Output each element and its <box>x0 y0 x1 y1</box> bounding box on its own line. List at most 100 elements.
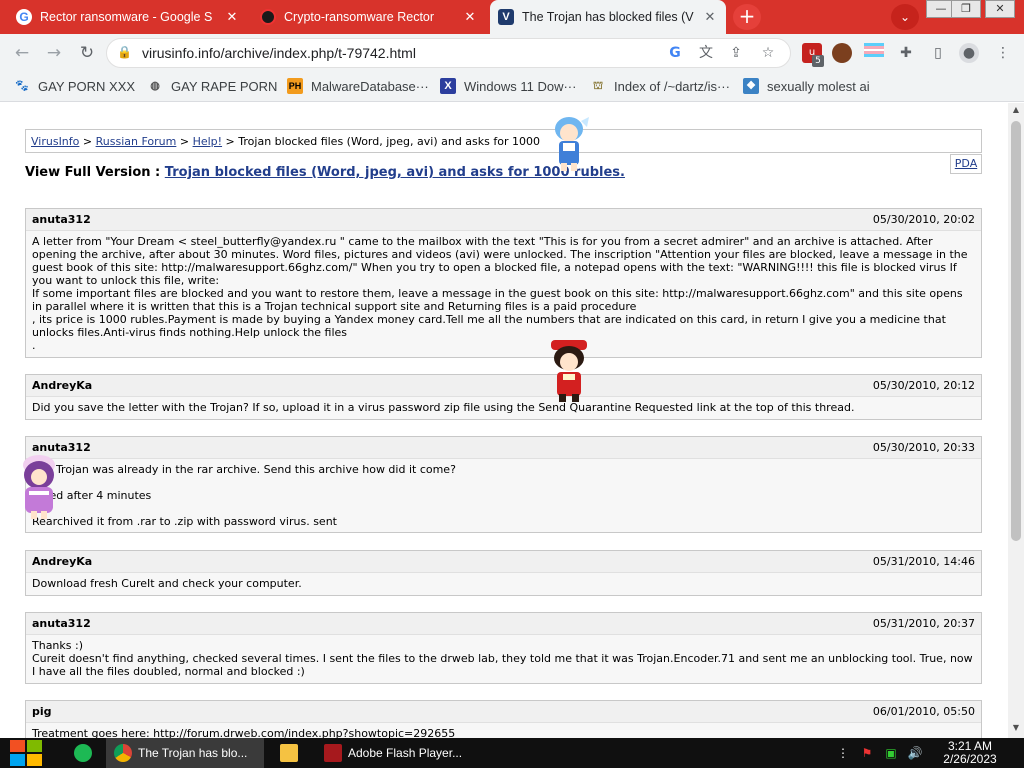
tab-google-search[interactable]: G Rector ransomware - Google S ✕ <box>8 0 248 34</box>
forum-post: pig 06/01/2010, 05:50 Treatment goes her… <box>25 700 982 738</box>
taskbar-item-label: The Trojan has blo... <box>138 746 248 760</box>
post-header: anuta312 05/31/2010, 20:37 <box>26 613 981 635</box>
post-date: 05/30/2010, 20:33 <box>872 441 975 454</box>
taskbar-item-label: Adobe Flash Player... <box>348 746 463 760</box>
scroll-up-arrow-icon[interactable]: ▲ <box>1008 105 1024 119</box>
tray-volume-icon[interactable]: 🔊 <box>906 744 924 762</box>
breadcrumb-link-help[interactable]: Help! <box>193 135 223 148</box>
breadcrumb-separator: > <box>79 135 96 148</box>
close-window-button[interactable]: ✕ <box>985 0 1015 18</box>
post-header: AndreyKa 05/30/2010, 20:12 <box>26 375 981 397</box>
pda-link[interactable]: PDA <box>955 157 977 170</box>
bookmark-label: Index of /~dartz/is··· <box>614 78 730 94</box>
folder-icon <box>280 744 298 762</box>
menu-icon[interactable]: ⋮ <box>993 43 1013 63</box>
tray-flag-icon[interactable]: ⚑ <box>858 744 876 762</box>
breadcrumb-link-virusinfo[interactable]: VirusInfo <box>31 135 79 148</box>
forum-post: anuta312 05/30/2010, 20:33 The Trojan wa… <box>25 436 982 533</box>
view-full-version: View Full Version : Trojan blocked files… <box>25 165 625 180</box>
bookmark-sexually-molest-ai[interactable]: ❖ sexually molest ai <box>743 78 870 94</box>
address-bar[interactable]: 🔒 virusinfo.info/archive/index.php/t-797… <box>106 38 791 68</box>
tray-overflow-icon[interactable]: ⋮ <box>834 744 852 762</box>
new-tab-button[interactable]: + <box>733 4 761 30</box>
share-icon[interactable]: ⇪ <box>727 44 745 62</box>
tab-title: The Trojan has blocked files (V <box>522 10 694 24</box>
taskbar-file-explorer[interactable] <box>272 738 308 768</box>
taskbar: The Trojan has blo... Adobe Flash Player… <box>0 738 1024 768</box>
taskbar-app-green[interactable] <box>66 738 102 768</box>
paw-icon: 🐾 <box>15 80 29 92</box>
taskbar-flash-player-window[interactable]: Adobe Flash Player... <box>316 738 466 768</box>
tab-crypto-ransomware[interactable]: Crypto-ransomware Rector ✕ <box>252 0 486 34</box>
x-icon: X <box>440 78 456 94</box>
post-header: AndreyKa 05/31/2010, 14:46 <box>26 551 981 573</box>
url-text[interactable]: virusinfo.info/archive/index.php/t-79742… <box>142 45 416 61</box>
forum-post: anuta312 05/31/2010, 20:37 Thanks :) Cur… <box>25 612 982 684</box>
side-panel-icon[interactable]: ▯ <box>928 43 948 63</box>
site-icon <box>260 9 276 25</box>
bookmark-index-of-dartz[interactable]: ⛫ Index of /~dartz/is··· <box>590 78 730 94</box>
puzzle-icon[interactable]: ✚ <box>896 43 916 63</box>
post-header: anuta312 05/30/2010, 20:02 <box>26 209 981 231</box>
post-header: pig 06/01/2010, 05:50 <box>26 701 981 723</box>
back-button[interactable]: ← <box>11 42 33 64</box>
tab-title: Rector ransomware - Google S <box>40 10 213 24</box>
windows-start-icon[interactable] <box>10 740 42 766</box>
google-lens-icon[interactable]: G <box>666 44 684 62</box>
scroll-down-arrow-icon[interactable]: ▼ <box>1008 723 1024 737</box>
breadcrumb-link-russian-forum[interactable]: Russian Forum <box>96 135 177 148</box>
flag-extension-icon[interactable] <box>864 43 884 63</box>
tab-strip: G Rector ransomware - Google S ✕ Crypto-… <box>0 0 1024 34</box>
ph-icon: PH <box>287 78 303 94</box>
post-date: 05/31/2010, 14:46 <box>872 555 975 568</box>
close-icon[interactable]: ✕ <box>462 9 478 25</box>
post-body: Treatment goes here: http://forum.drweb.… <box>26 723 981 738</box>
tab-title: Crypto-ransomware Rector <box>284 10 435 24</box>
red-mascot-sprite[interactable] <box>545 338 593 404</box>
web-page: VirusInfo > Russian Forum > Help! > Troj… <box>0 103 1008 738</box>
breadcrumb-current: Trojan blocked files (Word, jpeg, avi) a… <box>238 135 540 148</box>
lock-icon[interactable]: 🔒 <box>117 45 132 59</box>
blue-mascot-sprite[interactable] <box>547 113 591 173</box>
post-author: pig <box>32 705 52 718</box>
bookmark-label: sexually molest ai <box>767 78 870 94</box>
forward-button[interactable]: → <box>43 42 65 64</box>
post-body: A letter from "Your Dream < steel_butter… <box>26 231 981 357</box>
forum-post: AndreyKa 05/30/2010, 20:12 Did you save … <box>25 374 982 420</box>
google-icon: G <box>16 9 32 25</box>
translate-icon[interactable]: 文 <box>697 44 715 62</box>
avatar-extension-icon[interactable] <box>832 43 852 63</box>
breadcrumb-separator: > <box>176 135 193 148</box>
tab-trojan-blocked[interactable]: V The Trojan has blocked files (V ✕ <box>490 0 726 34</box>
restore-button[interactable]: ❐ <box>951 0 981 18</box>
page-scrollbar[interactable]: ▲ ▼ <box>1008 103 1024 738</box>
post-author: AndreyKa <box>32 555 93 568</box>
globe-icon: ◍ <box>150 80 160 92</box>
close-icon[interactable]: ✕ <box>224 9 240 25</box>
app-icon: ❖ <box>743 78 759 94</box>
bookmark-gay-porn-xxx[interactable]: 🐾 GAY PORN XXX <box>14 78 135 94</box>
bookmark-star-icon[interactable]: ☆ <box>759 44 777 62</box>
scrollbar-thumb[interactable] <box>1011 121 1021 541</box>
taskbar-chrome-window[interactable]: The Trojan has blo... <box>106 738 264 768</box>
bookmarks-bar: 🐾 GAY PORN XXX ◍ GAY RAPE PORN PH Malwar… <box>0 72 1024 102</box>
tray-network-icon[interactable]: ▣ <box>882 744 900 762</box>
post-author: anuta312 <box>32 213 91 226</box>
extension-badge: 5 <box>812 55 824 67</box>
bookmark-gay-rape-porn[interactable]: ◍ GAY RAPE PORN <box>147 78 277 94</box>
close-icon[interactable]: ✕ <box>702 9 718 25</box>
purple-mascot-sprite[interactable] <box>17 451 61 521</box>
breadcrumb-separator: > <box>222 135 239 148</box>
clock-date: 2/26/2023 <box>943 752 997 766</box>
taskbar-clock[interactable]: 3:21 AM 2/26/2023 <box>937 740 1003 766</box>
bookmark-malwaredatabase[interactable]: PH MalwareDatabase··· <box>287 78 429 94</box>
post-date: 05/31/2010, 20:37 <box>872 617 975 630</box>
post-body: Download fresh CureIt and check your com… <box>26 573 981 595</box>
trans-flag-icon <box>864 43 884 57</box>
profile-icon[interactable]: ● <box>959 43 979 63</box>
bookmark-windows-11[interactable]: X Windows 11 Dow··· <box>440 78 576 94</box>
reload-button[interactable]: ↻ <box>76 42 98 64</box>
post-author: AndreyKa <box>32 379 93 392</box>
tab-search-button[interactable]: ⌄ <box>891 4 919 30</box>
folder-icon: ⛫ <box>592 80 604 92</box>
